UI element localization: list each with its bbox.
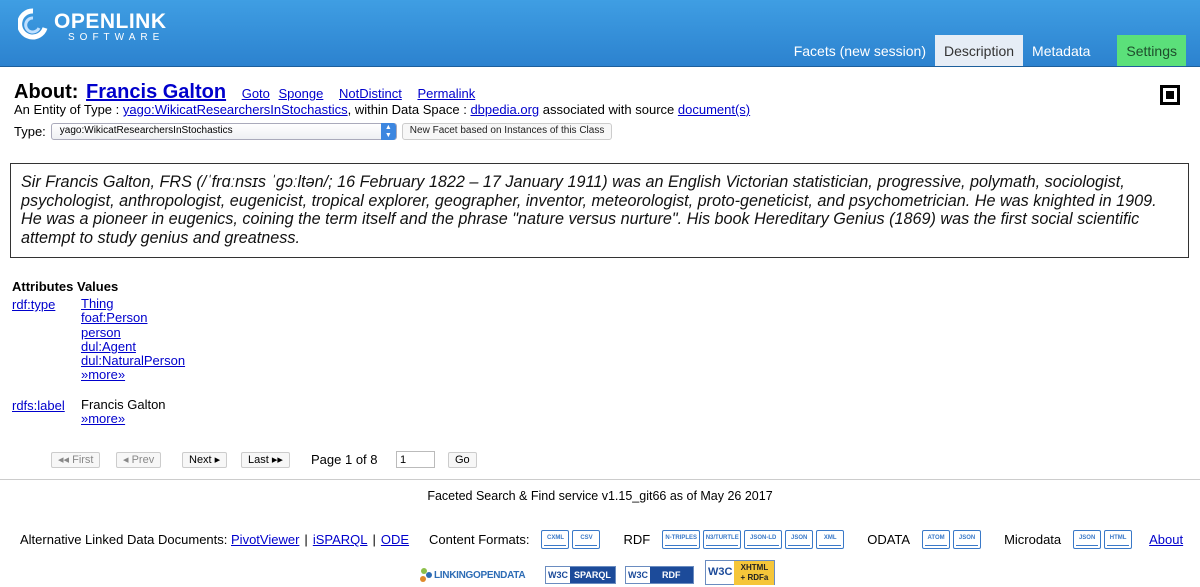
source-prefix: associated with source bbox=[542, 102, 675, 117]
app-header: OPENLINK SOFTWARE Facets (new session) D… bbox=[0, 0, 1200, 67]
value-link[interactable]: person bbox=[81, 325, 121, 340]
atom-format-button[interactable]: ATOM bbox=[922, 530, 951, 549]
property-rdf-type[interactable]: rdf:type bbox=[12, 297, 55, 312]
w3c-logo-text: W3C bbox=[626, 567, 650, 583]
type-row: Type: yago:WikicatResearchersInStochasti… bbox=[14, 123, 613, 140]
rdf-type-values: Thing foaf:Person person dul:Agent dul:N… bbox=[81, 296, 185, 383]
go-button[interactable]: Go bbox=[448, 452, 477, 468]
alt-docs-label: Alternative Linked Data Documents: bbox=[20, 532, 228, 547]
tab-settings[interactable]: Settings bbox=[1117, 35, 1186, 66]
csv-format-button[interactable]: CSV bbox=[572, 530, 601, 549]
type-select[interactable]: yago:WikicatResearchersInStochastics ▲ ▼ bbox=[50, 123, 397, 140]
new-facet-button[interactable]: New Facet based on Instances of this Cla… bbox=[401, 123, 613, 140]
next-page-button[interactable]: Next ▸ bbox=[182, 452, 228, 468]
cxml-format-button[interactable]: CXML bbox=[541, 530, 570, 549]
json-format-button[interactable]: JSON bbox=[785, 530, 814, 549]
isparql-link[interactable]: iSPARQL bbox=[313, 532, 368, 547]
type-label: Type: bbox=[14, 124, 46, 139]
w3c-sparql-badge[interactable]: W3C SPARQL bbox=[545, 566, 616, 584]
tab-metadata[interactable]: Metadata bbox=[1023, 35, 1099, 66]
ntriples-format-button[interactable]: N-TRIPLES bbox=[662, 530, 701, 549]
value-link[interactable]: foaf:Person bbox=[81, 310, 148, 325]
source-documents-link[interactable]: document(s) bbox=[678, 102, 750, 117]
logo-name: OPENLINK bbox=[54, 10, 167, 33]
w3c-logo-text: W3C bbox=[546, 567, 570, 583]
w3c-xhtml-rdfa-badge[interactable]: W3C XHTML + RDFa bbox=[705, 560, 776, 585]
tab-facets[interactable]: Facets (new session) bbox=[785, 35, 935, 66]
content-formats-label: Content Formats: bbox=[429, 532, 530, 547]
footer-divider bbox=[0, 479, 1200, 480]
openlink-logo[interactable]: OPENLINK SOFTWARE bbox=[18, 6, 166, 46]
entity-type-prefix: An Entity of Type : bbox=[14, 102, 120, 117]
about-link[interactable]: About bbox=[1149, 532, 1183, 547]
rdf-badge-text: RDF bbox=[650, 567, 693, 583]
permalink-link[interactable]: Permalink bbox=[417, 86, 475, 101]
microdata-html-format-button[interactable]: HTML bbox=[1104, 530, 1133, 549]
value-link[interactable]: Thing bbox=[81, 296, 114, 311]
page-indicator: Page 1 of 8 bbox=[311, 452, 378, 467]
label-value: Francis Galton bbox=[81, 397, 166, 412]
page-number-input[interactable] bbox=[396, 451, 435, 468]
property-rdfs-label[interactable]: rdfs:label bbox=[12, 398, 65, 413]
n3-turtle-format-button[interactable]: N3/TURTLE bbox=[703, 530, 742, 549]
header-tabs: Facets (new session) Description Metadat… bbox=[785, 35, 1186, 66]
value-link[interactable]: dul:NaturalPerson bbox=[81, 353, 185, 368]
entity-type-line: An Entity of Type : yago:WikicatResearch… bbox=[14, 102, 750, 117]
rdfs-label-values: Francis Galton »more» bbox=[81, 397, 166, 427]
lod-badge-text: LINKINGOPENDATA bbox=[434, 569, 526, 581]
more-link[interactable]: »more» bbox=[81, 367, 125, 382]
qr-code-icon[interactable] bbox=[1160, 85, 1180, 105]
notdistinct-link[interactable]: NotDistinct bbox=[339, 86, 402, 101]
ode-link[interactable]: ODE bbox=[381, 532, 409, 547]
rdf-label: RDF bbox=[623, 532, 651, 547]
goto-link[interactable]: Goto bbox=[242, 86, 270, 101]
about-heading: About: Francis Galton Goto Sponge NotDis… bbox=[14, 81, 475, 104]
w3c-logo-text: W3C bbox=[706, 561, 735, 584]
more-link[interactable]: »more» bbox=[81, 411, 125, 426]
tab-description[interactable]: Description bbox=[935, 35, 1024, 66]
sponge-link[interactable]: Sponge bbox=[279, 86, 324, 101]
data-space-link[interactable]: dbpedia.org bbox=[470, 102, 539, 117]
select-arrows-icon: ▲ ▼ bbox=[380, 123, 396, 140]
prev-page-button[interactable]: ◂ Prev bbox=[116, 452, 162, 468]
alternative-documents-row: Alternative Linked Data Documents: Pivot… bbox=[20, 530, 1183, 549]
odata-label: ODATA bbox=[867, 532, 911, 547]
type-select-value: yago:WikicatResearchersInStochastics bbox=[59, 125, 233, 136]
linking-open-data-badge[interactable]: LINKINGOPENDATA bbox=[418, 566, 526, 584]
w3c-rdf-badge[interactable]: W3C RDF bbox=[625, 566, 694, 584]
xml-format-button[interactable]: XML bbox=[816, 530, 845, 549]
microdata-label: Microdata bbox=[1004, 532, 1062, 547]
logo-subtitle: SOFTWARE bbox=[68, 32, 165, 43]
separator: | bbox=[304, 532, 308, 547]
service-version-text: Faceted Search & Find service v1.15_git6… bbox=[427, 489, 773, 503]
sparql-badge-text: SPARQL bbox=[570, 567, 615, 583]
about-label: About: bbox=[14, 81, 79, 103]
openlink-logo-icon bbox=[18, 8, 48, 40]
value-link[interactable]: dul:Agent bbox=[81, 339, 136, 354]
xhtml-rdfa-badge-text: XHTML + RDFa bbox=[734, 560, 775, 585]
separator: | bbox=[372, 532, 376, 547]
last-page-button[interactable]: Last ▸▸ bbox=[241, 452, 290, 468]
microdata-json-format-button[interactable]: JSON bbox=[1073, 530, 1102, 549]
pivotviewer-link[interactable]: PivotViewer bbox=[231, 532, 299, 547]
lod-badge-icon bbox=[420, 568, 432, 582]
attributes-header: Attributes Values bbox=[12, 279, 119, 294]
odata-json-format-button[interactable]: JSON bbox=[953, 530, 982, 549]
entity-name-link[interactable]: Francis Galton bbox=[86, 81, 226, 103]
jsonld-format-button[interactable]: JSON-LD bbox=[744, 530, 783, 549]
first-page-button[interactable]: ◂◂ First bbox=[51, 452, 101, 468]
data-space-prefix: , within Data Space : bbox=[347, 102, 467, 117]
entity-description: Sir Francis Galton, FRS (/ˈfrɑːnsɪs ˈɡɔː… bbox=[10, 163, 1189, 258]
entity-type-link[interactable]: yago:WikicatResearchersInStochastics bbox=[123, 102, 348, 117]
